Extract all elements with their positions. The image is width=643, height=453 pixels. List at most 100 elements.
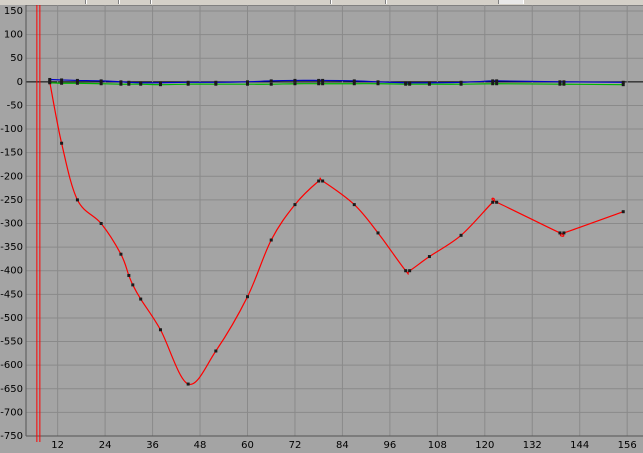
y-tick-label: -100 bbox=[0, 124, 23, 135]
keyframe-marker[interactable] bbox=[459, 80, 463, 84]
keyframe-marker[interactable] bbox=[427, 255, 431, 259]
keyframe-marker[interactable] bbox=[408, 269, 412, 273]
keyframe-marker[interactable] bbox=[621, 80, 625, 84]
time-ruler bbox=[0, 436, 643, 453]
keyframe-marker[interactable] bbox=[186, 80, 190, 84]
x-tick-label: 96 bbox=[384, 440, 397, 451]
keyframe-marker[interactable] bbox=[321, 179, 325, 183]
keyframe-marker[interactable] bbox=[491, 82, 495, 86]
keyframe-marker[interactable] bbox=[119, 80, 123, 84]
keyframe-marker[interactable] bbox=[60, 78, 64, 82]
function-curve[interactable] bbox=[49, 78, 624, 84]
y-tick-label: -250 bbox=[0, 195, 23, 206]
axis-labels: 150 100 50 0 -50 -100 -150 -200 -250 -300 -350 -400… bbox=[0, 6, 636, 451]
keyframe-marker[interactable] bbox=[459, 233, 463, 237]
keyframe-marker[interactable] bbox=[427, 81, 431, 85]
y-tick-label: -550 bbox=[0, 337, 23, 348]
keyframe-marker[interactable] bbox=[376, 231, 380, 235]
y-tick-label: -200 bbox=[0, 171, 23, 182]
keyframe-marker[interactable] bbox=[75, 81, 79, 85]
x-tick-label: 156 bbox=[618, 440, 637, 451]
keyframe-marker[interactable] bbox=[376, 80, 380, 84]
keyframe-marker[interactable] bbox=[127, 80, 131, 84]
x-tick-label: 132 bbox=[523, 440, 542, 451]
y-tick-label: -150 bbox=[0, 148, 23, 159]
grid bbox=[0, 5, 643, 453]
x-tick-label: 36 bbox=[146, 440, 159, 451]
keyframe-marker[interactable] bbox=[139, 81, 143, 85]
keyframe-marker[interactable] bbox=[293, 203, 297, 207]
x-tick-label: 48 bbox=[194, 440, 207, 451]
keyframe-marker[interactable] bbox=[75, 78, 79, 82]
keyframe-marker[interactable] bbox=[75, 198, 79, 202]
keyframe-marker[interactable] bbox=[269, 79, 273, 83]
keyframe-marker[interactable] bbox=[558, 80, 562, 84]
keyframe-marker[interactable] bbox=[495, 200, 499, 204]
keyframe-marker[interactable] bbox=[99, 82, 103, 86]
y-tick-label: -700 bbox=[0, 407, 23, 418]
function-curve[interactable] bbox=[49, 81, 624, 385]
keyframe-marker[interactable] bbox=[404, 269, 408, 273]
x-tick-label: 120 bbox=[475, 440, 494, 451]
keyframe-marker[interactable] bbox=[562, 80, 566, 84]
keyframe-marker[interactable] bbox=[558, 231, 562, 235]
y-tick-label: -400 bbox=[0, 266, 23, 277]
keyframe-marker[interactable] bbox=[158, 81, 162, 85]
y-tick-label: 100 bbox=[4, 30, 23, 41]
y-tick-label: 0 bbox=[17, 77, 23, 88]
keyframe-marker[interactable] bbox=[269, 82, 273, 86]
keyframe-marker[interactable] bbox=[321, 82, 325, 86]
y-tick-label: -750 bbox=[0, 431, 23, 442]
y-tick-label: -50 bbox=[7, 100, 23, 111]
keyframe-marker[interactable] bbox=[131, 283, 135, 287]
keyframe-marker[interactable] bbox=[245, 80, 249, 84]
keyframe-marker[interactable] bbox=[214, 80, 218, 84]
y-tick-label: -350 bbox=[0, 242, 23, 253]
keyframe-marker[interactable] bbox=[352, 82, 356, 86]
x-tick-label: 72 bbox=[289, 440, 302, 451]
keyframe-marker[interactable] bbox=[119, 252, 123, 256]
keyframes[interactable] bbox=[48, 77, 625, 386]
track-view-curve-editor[interactable]: 150 100 50 0 -50 -100 -150 -200 -250 -300 -350 -400… bbox=[0, 0, 643, 453]
keyframe-marker[interactable] bbox=[408, 81, 412, 85]
keyframe-marker[interactable] bbox=[317, 78, 321, 82]
y-tick-label: -450 bbox=[0, 289, 23, 300]
keyframe-marker[interactable] bbox=[139, 297, 143, 301]
keyframe-marker[interactable] bbox=[214, 349, 218, 353]
keyframe-marker[interactable] bbox=[491, 200, 495, 204]
keyframe-marker[interactable] bbox=[317, 82, 321, 86]
keyframe-marker[interactable] bbox=[99, 222, 103, 225]
y-tick-label: 50 bbox=[10, 53, 23, 64]
keyframe-marker[interactable] bbox=[60, 141, 64, 145]
keyframe-marker[interactable] bbox=[293, 78, 297, 82]
keyframe-marker[interactable] bbox=[293, 82, 297, 86]
x-tick-label: 84 bbox=[336, 440, 349, 451]
keyframe-marker[interactable] bbox=[186, 382, 190, 386]
x-tick-label: 108 bbox=[428, 440, 447, 451]
keyframe-marker[interactable] bbox=[317, 179, 321, 183]
keyframe-marker[interactable] bbox=[158, 328, 162, 332]
keyframe-marker[interactable] bbox=[621, 210, 625, 214]
keyframe-marker[interactable] bbox=[245, 295, 249, 299]
keyframe-marker[interactable] bbox=[352, 79, 356, 83]
keyframe-marker[interactable] bbox=[127, 273, 131, 277]
keyframe-marker[interactable] bbox=[269, 238, 273, 242]
x-tick-label: 12 bbox=[51, 440, 64, 451]
curves[interactable] bbox=[49, 78, 624, 385]
y-tick-label: -650 bbox=[0, 384, 23, 395]
keyframe-marker[interactable] bbox=[491, 79, 495, 83]
y-tick-label: -600 bbox=[0, 360, 23, 371]
keyframe-marker[interactable] bbox=[404, 81, 408, 85]
x-tick-label: 60 bbox=[241, 440, 254, 451]
y-tick-label: -500 bbox=[0, 313, 23, 324]
curve-graph[interactable]: 150 100 50 0 -50 -100 -150 -200 -250 -300 -350 -400… bbox=[0, 0, 643, 453]
keyframe-marker[interactable] bbox=[562, 231, 566, 235]
keyframe-marker[interactable] bbox=[60, 81, 64, 85]
keyframe-marker[interactable] bbox=[99, 79, 103, 83]
keyframe-marker[interactable] bbox=[48, 80, 52, 84]
keyframe-marker[interactable] bbox=[495, 82, 499, 86]
y-tick-label: -300 bbox=[0, 219, 23, 230]
keyframe-marker[interactable] bbox=[352, 203, 356, 207]
keyframe-marker[interactable] bbox=[321, 78, 325, 82]
keyframe-marker[interactable] bbox=[495, 79, 499, 83]
